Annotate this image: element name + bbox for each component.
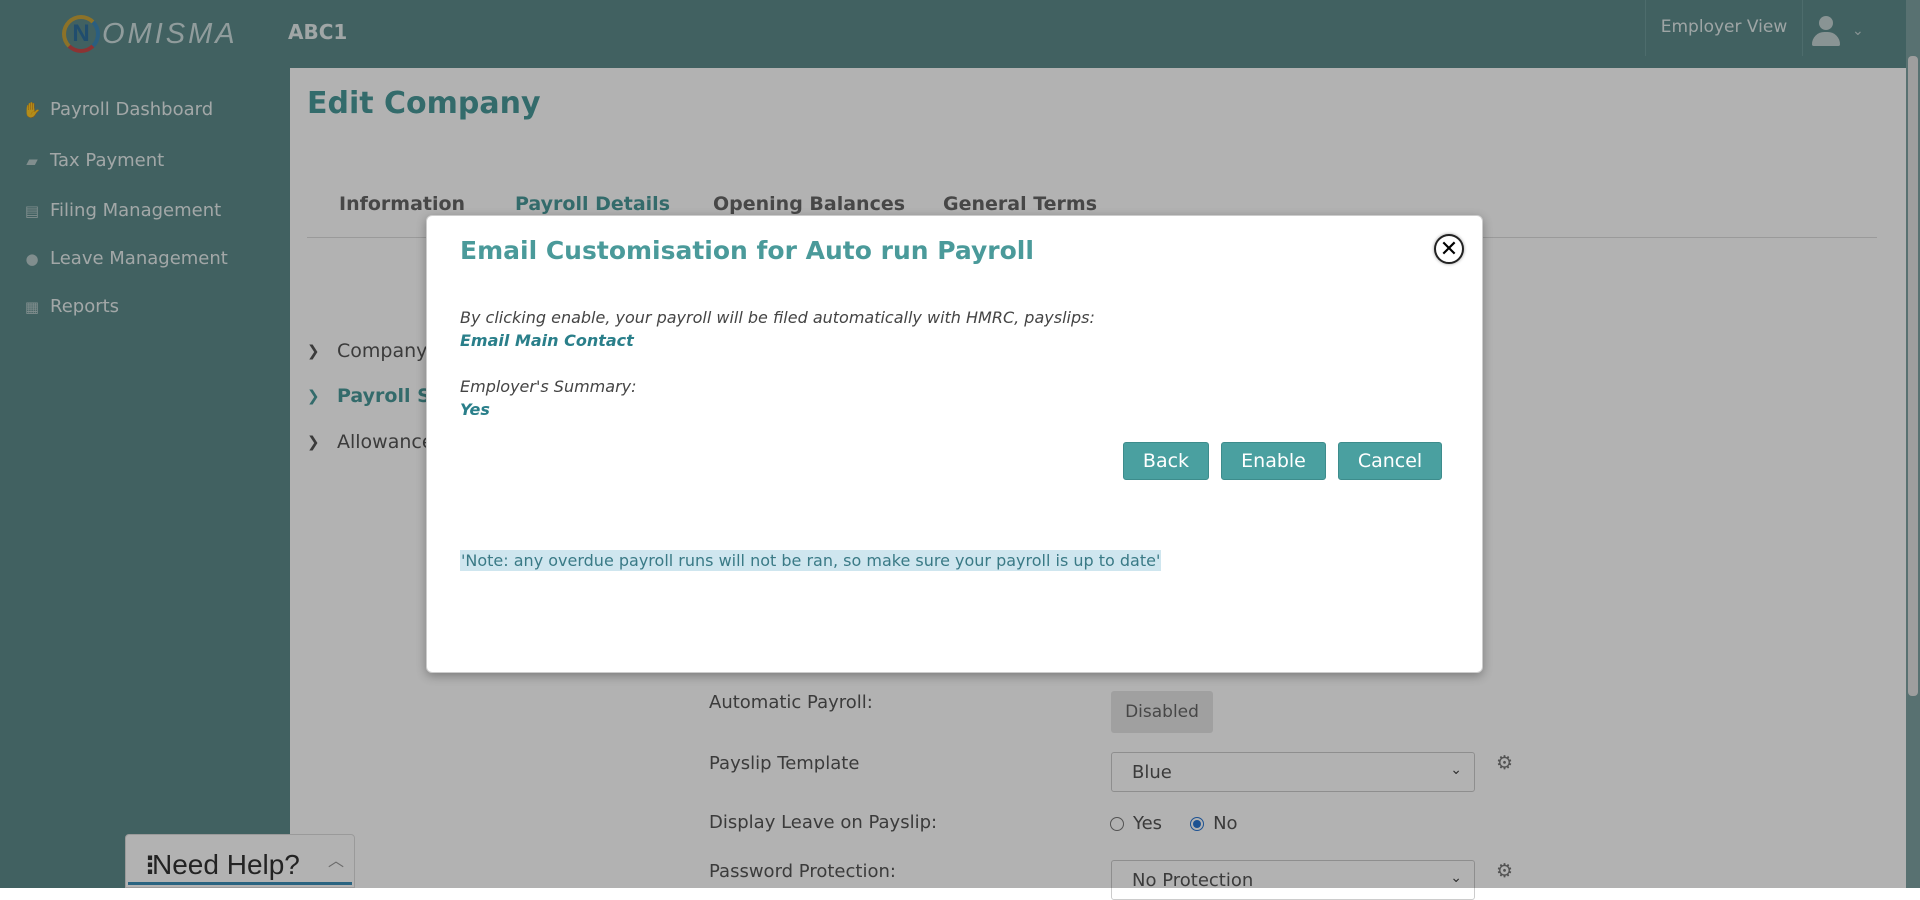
- modal-payslips-text: By clicking enable, your payroll will be…: [460, 308, 1095, 327]
- cancel-button[interactable]: Cancel: [1338, 442, 1442, 480]
- modal-payslips-value: Email Main Contact: [460, 331, 634, 350]
- modal-summary-text: Employer's Summary:: [460, 377, 637, 396]
- modal-title: Email Customisation for Auto run Payroll: [460, 236, 1034, 265]
- back-button[interactable]: Back: [1123, 442, 1209, 480]
- modal-note: 'Note: any overdue payroll runs will not…: [460, 550, 1162, 571]
- email-customisation-modal: Email Customisation for Auto run Payroll…: [426, 215, 1483, 673]
- close-icon[interactable]: ✕: [1434, 234, 1464, 264]
- modal-summary-value: Yes: [460, 400, 490, 419]
- enable-button[interactable]: Enable: [1221, 442, 1326, 480]
